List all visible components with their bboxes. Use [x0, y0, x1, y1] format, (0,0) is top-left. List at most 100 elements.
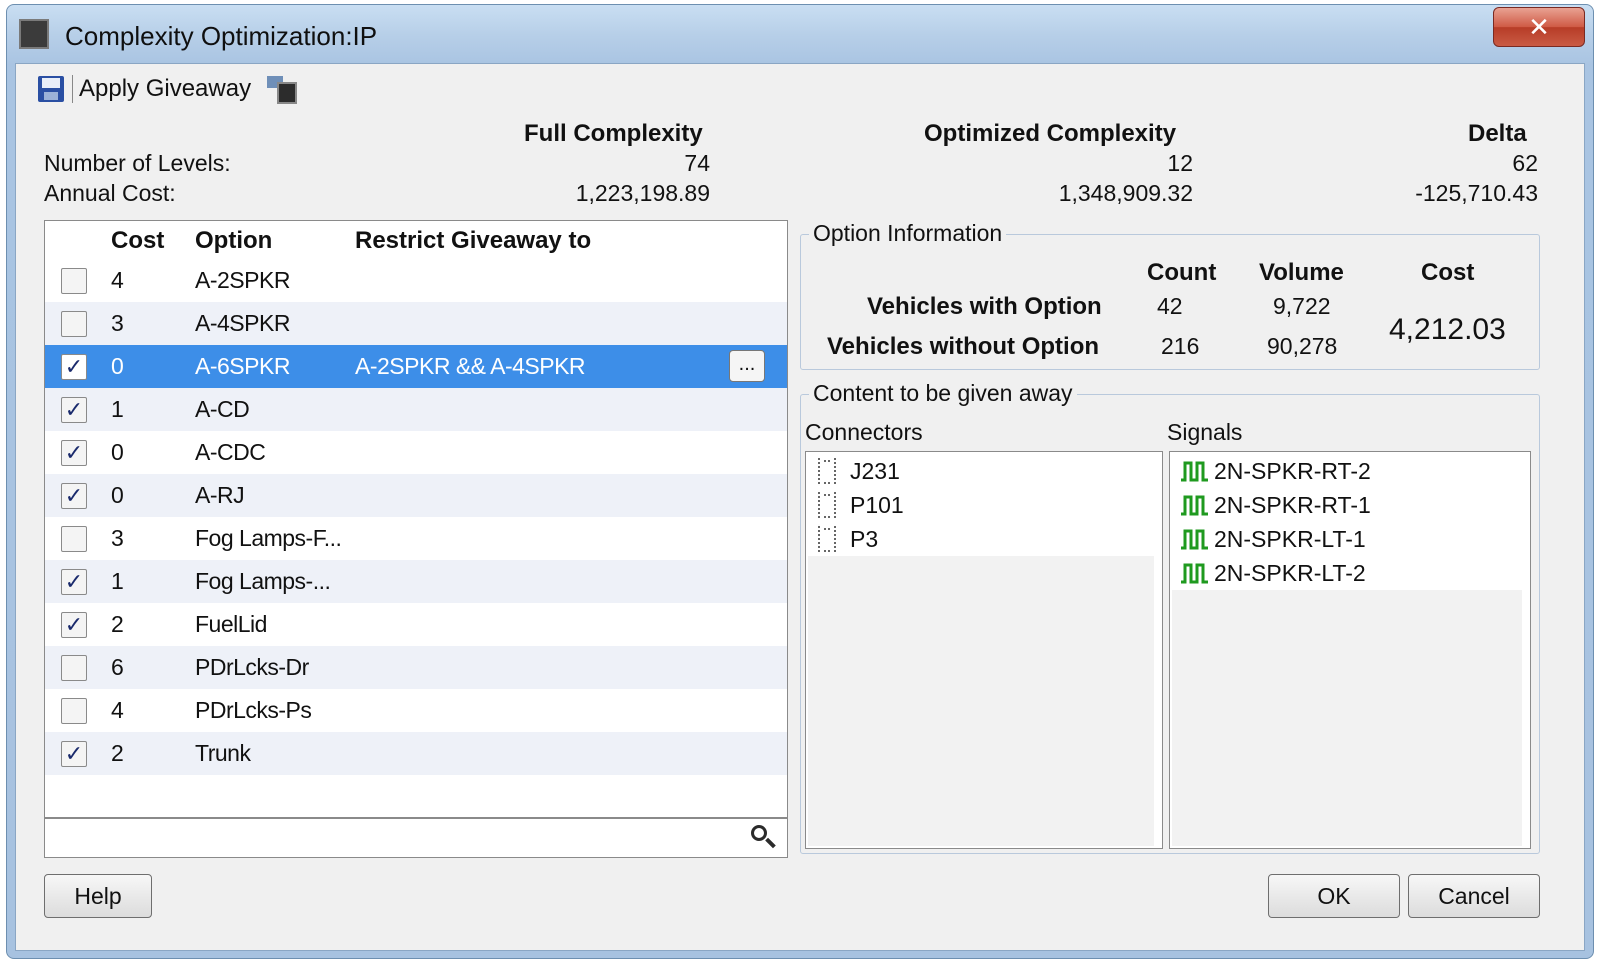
- vehicles-without-option-label: Vehicles without Option: [827, 333, 1100, 360]
- signals-label: Signals: [1167, 419, 1243, 445]
- row-option: FuelLid: [195, 611, 267, 637]
- row-checkbox[interactable]: [61, 311, 87, 337]
- connector-icon: [818, 526, 836, 552]
- column-restrict-giveaway[interactable]: Restrict Giveaway to: [355, 227, 591, 255]
- toolbar-separator: [72, 75, 73, 103]
- cost-header: Cost: [1421, 259, 1475, 286]
- table-row[interactable]: 6 PDrLcks-Dr: [45, 646, 787, 689]
- row-option: A-RJ: [195, 482, 245, 508]
- connector-item[interactable]: J231: [808, 454, 1154, 488]
- column-option[interactable]: Option: [195, 227, 272, 255]
- row-checkbox[interactable]: [61, 526, 87, 552]
- vehicles-with-count: 42: [1157, 293, 1183, 319]
- row-cost: 0: [111, 482, 124, 508]
- row-option: PDrLcks-Ps: [195, 697, 312, 723]
- toolbar: Apply Giveaway: [36, 72, 299, 106]
- help-button[interactable]: Help: [44, 874, 152, 918]
- ok-button[interactable]: OK: [1268, 874, 1400, 918]
- table-row[interactable]: ✓ 1 A-CD: [45, 388, 787, 431]
- row-checkbox[interactable]: ✓: [61, 354, 87, 380]
- row-cost: 4: [111, 697, 124, 723]
- apply-giveaway-button[interactable]: Apply Giveaway: [79, 75, 251, 103]
- signal-icon: [1181, 529, 1208, 550]
- connector-name: J231: [850, 458, 900, 484]
- edit-restriction-button[interactable]: ...: [729, 350, 765, 382]
- option-information-group: Option Information Count Volume Cost Veh…: [800, 220, 1540, 370]
- row-cost: 1: [111, 396, 124, 422]
- table-row[interactable]: ✓ 0 A-CDC: [45, 431, 787, 474]
- levels-optimized: 12: [1167, 150, 1193, 176]
- signals-list[interactable]: 2N-SPKR-RT-2 2N-SPKR-RT-1 2N-SPKR-LT-1 2N-S…: [1169, 451, 1531, 849]
- row-option: Fog Lamps-...: [195, 568, 331, 594]
- column-cost[interactable]: Cost: [111, 227, 164, 255]
- content-giveaway-group: Content to be given away Connectors Sign…: [800, 380, 1540, 854]
- table-row[interactable]: 4 PDrLcks-Ps: [45, 689, 787, 732]
- row-checkbox[interactable]: [61, 655, 87, 681]
- options-rows: 4 A-2SPKR 3 A-4SPKR ✓ 0 A-6SPKR A-2SPKR && A-4S…: [45, 259, 787, 775]
- row-checkbox[interactable]: ✓: [61, 440, 87, 466]
- row-cost: 3: [111, 310, 124, 336]
- option-cost-value: 4,212.03: [1389, 313, 1506, 346]
- option-information-title: Option Information: [809, 220, 1007, 247]
- table-row[interactable]: ✓ 2 FuelLid: [45, 603, 787, 646]
- options-table: Cost Option Restrict Giveaway to 4 A-2SPK…: [44, 220, 788, 818]
- levels-delta: 62: [1512, 150, 1538, 176]
- table-row[interactable]: 4 A-2SPKR: [45, 259, 787, 302]
- save-icon[interactable]: [36, 74, 66, 104]
- row-cost: 1: [111, 568, 124, 594]
- window-title: Complexity Optimization:IP: [65, 21, 378, 51]
- table-row[interactable]: ✓ 0 A-RJ: [45, 474, 787, 517]
- vehicles-without-count: 216: [1161, 333, 1200, 359]
- signal-name: 2N-SPKR-RT-1: [1214, 492, 1371, 518]
- row-option: A-CDC: [195, 439, 266, 465]
- export-icon[interactable]: [265, 74, 299, 104]
- table-row[interactable]: 3 A-4SPKR: [45, 302, 787, 345]
- row-cost: 0: [111, 439, 124, 465]
- row-option: A-6SPKR: [195, 353, 290, 379]
- row-checkbox[interactable]: ✓: [61, 741, 87, 767]
- vehicles-with-option-label: Vehicles with Option: [867, 293, 1102, 320]
- row-cost: 6: [111, 654, 124, 680]
- dialog-content: Apply Giveaway Full Complexity Optimized…: [15, 63, 1585, 951]
- row-checkbox[interactable]: [61, 698, 87, 724]
- volume-header: Volume: [1259, 259, 1344, 286]
- signal-name: 2N-SPKR-RT-2: [1214, 458, 1371, 484]
- row-checkbox[interactable]: ✓: [61, 612, 87, 638]
- signal-item[interactable]: 2N-SPKR-RT-2: [1172, 454, 1522, 488]
- row-checkbox[interactable]: ✓: [61, 397, 87, 423]
- table-row[interactable]: 3 Fog Lamps-F...: [45, 517, 787, 560]
- table-row[interactable]: ✓ 0 A-6SPKR A-2SPKR && A-4SPKR...: [45, 345, 787, 388]
- signal-icon: [1181, 563, 1208, 584]
- search-icon[interactable]: [751, 825, 777, 851]
- connector-item[interactable]: P101: [808, 488, 1154, 522]
- row-restrict: A-2SPKR && A-4SPKR: [355, 353, 586, 379]
- levels-full: 74: [684, 150, 710, 176]
- content-giveaway-title: Content to be given away: [809, 380, 1077, 407]
- dialog-window: Complexity Optimization:IP ✕ Apply Givea…: [6, 4, 1594, 959]
- signal-item[interactable]: 2N-SPKR-LT-2: [1172, 556, 1522, 590]
- close-button[interactable]: ✕: [1493, 7, 1585, 47]
- header-full-complexity: Full Complexity: [524, 120, 703, 147]
- table-row[interactable]: ✓ 2 Trunk: [45, 732, 787, 775]
- table-row[interactable]: ✓ 1 Fog Lamps-...: [45, 560, 787, 603]
- row-cost: 4: [111, 267, 124, 293]
- options-filter-field[interactable]: [44, 818, 788, 858]
- row-option: Trunk: [195, 740, 251, 766]
- cancel-button[interactable]: Cancel: [1408, 874, 1540, 918]
- row-cost: 0: [111, 353, 124, 379]
- vehicles-with-volume: 9,722: [1273, 293, 1331, 319]
- title-bar[interactable]: Complexity Optimization:IP ✕: [7, 5, 1593, 63]
- header-optimized-complexity: Optimized Complexity: [924, 120, 1177, 147]
- annual-cost-full: 1,223,198.89: [575, 180, 710, 206]
- row-cost: 3: [111, 525, 124, 551]
- row-checkbox[interactable]: [61, 268, 87, 294]
- connectors-list[interactable]: J231 P101 P3: [805, 451, 1163, 849]
- connector-item[interactable]: P3: [808, 522, 1154, 556]
- row-checkbox[interactable]: ✓: [61, 569, 87, 595]
- signal-item[interactable]: 2N-SPKR-LT-1: [1172, 522, 1522, 556]
- count-header: Count: [1147, 259, 1217, 286]
- signal-item[interactable]: 2N-SPKR-RT-1: [1172, 488, 1522, 522]
- annual-cost-optimized: 1,348,909.32: [1058, 180, 1193, 206]
- options-table-header: Cost Option Restrict Giveaway to: [45, 221, 787, 259]
- row-checkbox[interactable]: ✓: [61, 483, 87, 509]
